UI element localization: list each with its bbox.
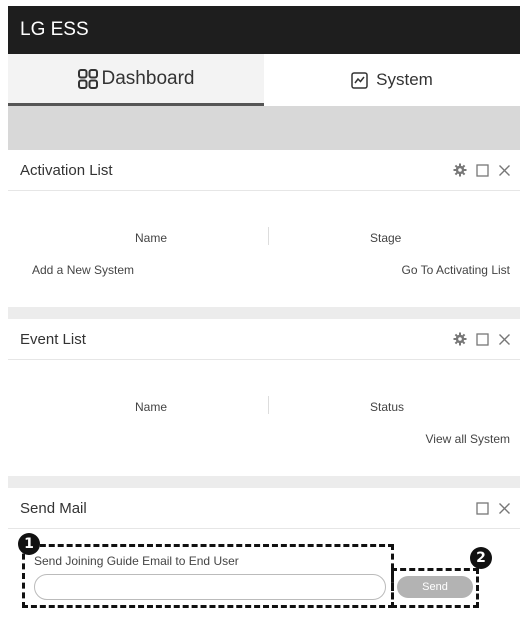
- panel-title: Activation List: [20, 161, 113, 179]
- panel-title: Send Mail: [20, 499, 87, 517]
- view-all-system-link[interactable]: View all System: [426, 432, 510, 446]
- app-window: LG ESS Dashboard System Activation List …: [8, 6, 520, 620]
- gear-icon[interactable]: [452, 162, 468, 178]
- tab-dashboard[interactable]: Dashboard: [8, 54, 264, 106]
- panel-body: Name Stage Add a New System Go To Activa…: [8, 191, 520, 307]
- annotation-marker-1: 1: [18, 533, 40, 555]
- column-divider: [268, 396, 269, 414]
- event-list-panel: Event List Name Status View all System: [8, 319, 520, 476]
- grid-icon: [77, 68, 98, 89]
- annotation-marker-2: 2: [470, 547, 492, 569]
- maximize-icon[interactable]: [474, 331, 490, 347]
- screen: LG ESS Dashboard System Activation List …: [0, 0, 520, 620]
- panel-tools: [452, 331, 512, 347]
- activation-list-panel: Activation List Name Stage Add a New Sys…: [8, 150, 520, 307]
- gear-icon[interactable]: [452, 331, 468, 347]
- send-mail-panel: Send Mail Send Joining Guide Email to En…: [8, 488, 520, 620]
- tab-dashboard-label: Dashboard: [101, 67, 195, 89]
- app-title: LG ESS: [20, 19, 89, 40]
- panel-body: Name Status View all System: [8, 360, 520, 476]
- close-icon[interactable]: [496, 500, 512, 516]
- maximize-icon[interactable]: [474, 500, 490, 516]
- panel-header: Send Mail: [8, 488, 520, 529]
- column-divider: [268, 227, 269, 245]
- chart-line-icon: [351, 71, 368, 89]
- toolbar-spacer: [8, 106, 520, 150]
- panel-header: Activation List: [8, 150, 520, 191]
- annotation-box-email: [22, 544, 394, 608]
- send-mail-body: Send Joining Guide Email to End User Sen…: [8, 529, 520, 620]
- close-icon[interactable]: [496, 162, 512, 178]
- tab-system[interactable]: System: [264, 54, 520, 106]
- tab-system-label: System: [376, 70, 433, 89]
- column-header-stage: Stage: [370, 231, 402, 245]
- column-header-name: Name: [135, 400, 168, 414]
- add-new-system-link[interactable]: Add a New System: [32, 263, 134, 277]
- tab-bar: Dashboard System: [8, 54, 520, 106]
- close-icon[interactable]: [496, 331, 512, 347]
- go-to-activating-list-link[interactable]: Go To Activating List: [401, 263, 510, 277]
- column-header-name: Name: [135, 231, 168, 245]
- panel-tools: [452, 162, 512, 178]
- panel-tools: [474, 500, 512, 516]
- column-header-status: Status: [370, 400, 405, 414]
- panel-header: Event List: [8, 319, 520, 360]
- maximize-icon[interactable]: [474, 162, 490, 178]
- annotation-box-send: [391, 568, 479, 608]
- panel-title: Event List: [20, 330, 86, 348]
- app-header: LG ESS: [8, 6, 520, 54]
